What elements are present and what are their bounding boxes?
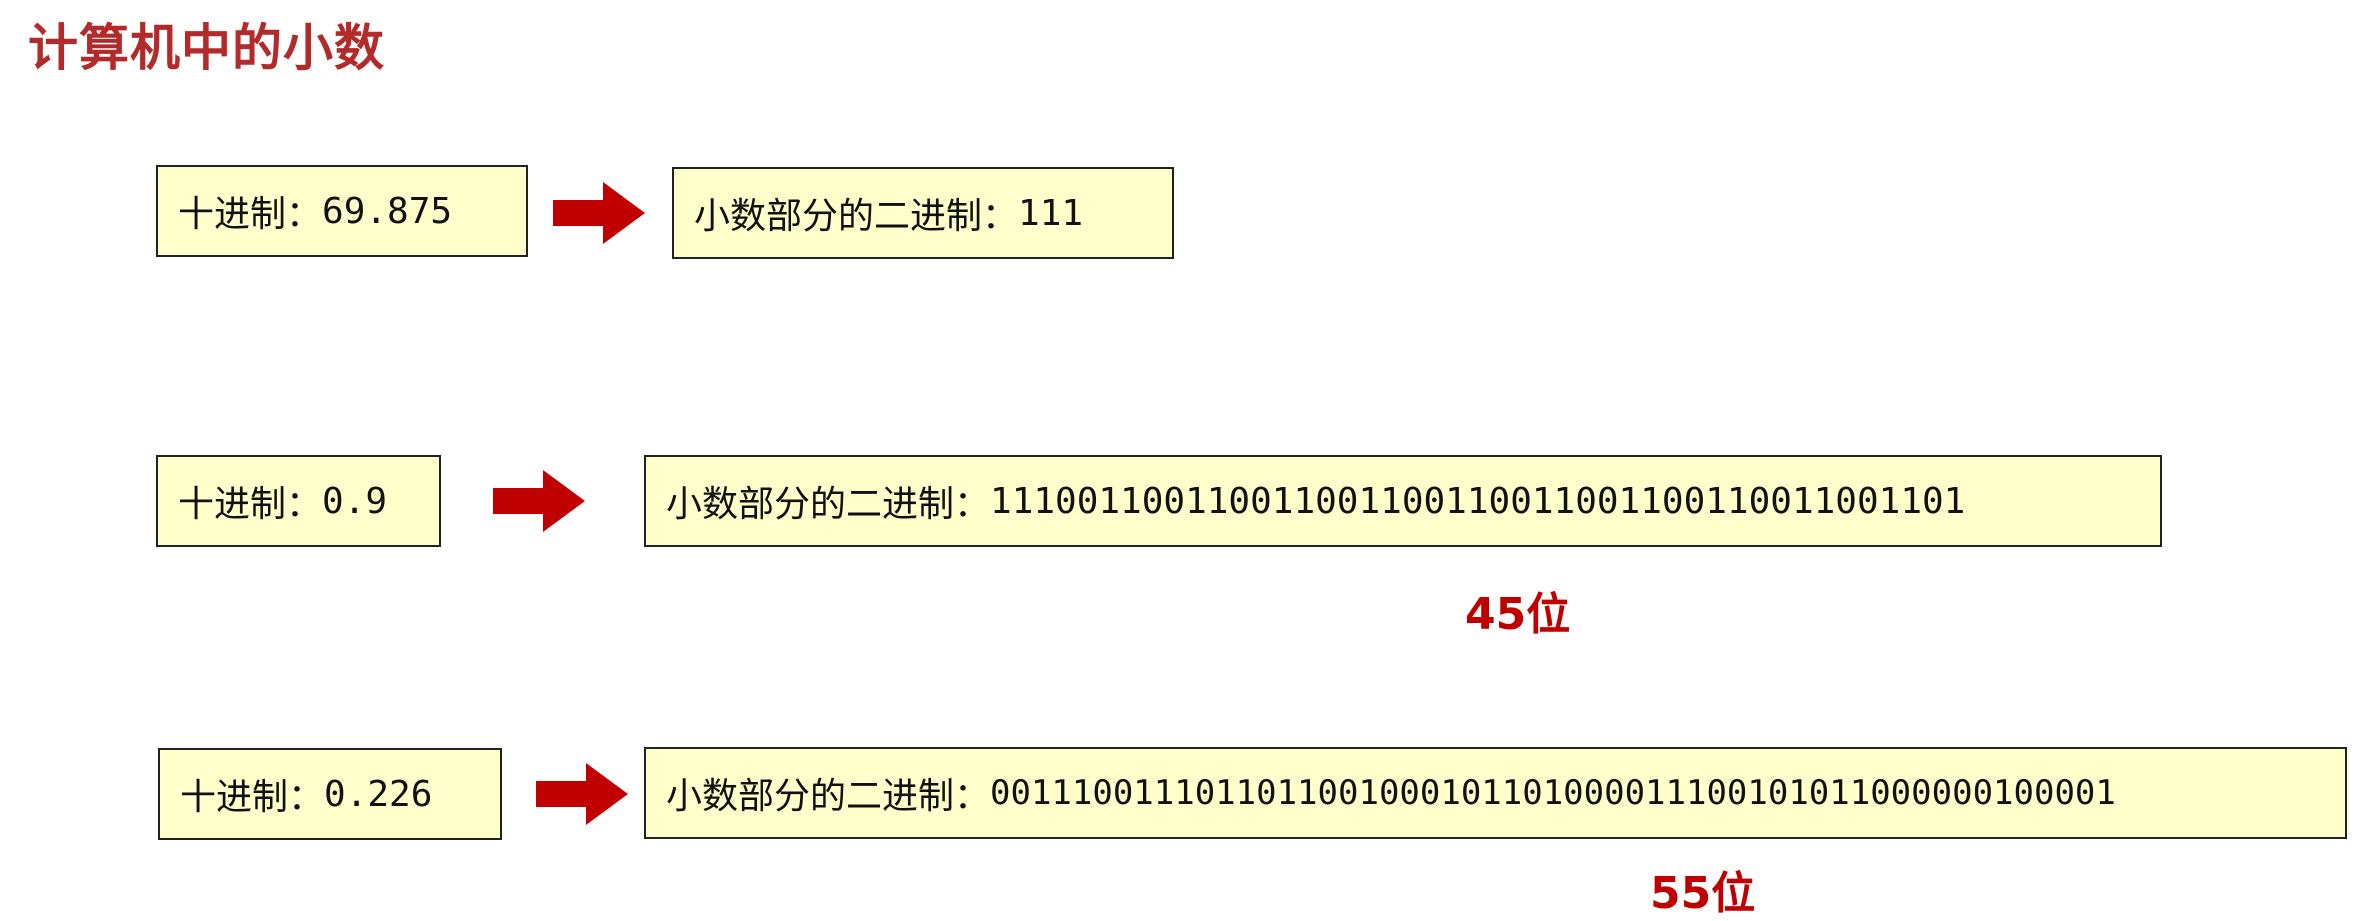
decimal-value: 0.226 bbox=[324, 773, 433, 815]
page-title: 计算机中的小数 bbox=[28, 19, 385, 77]
binary-box-row-1: 小数部分的二进制： 111 bbox=[672, 167, 1174, 259]
bit-count-note: 55位 bbox=[1650, 868, 1756, 919]
decimal-label: 十进制： bbox=[180, 777, 325, 818]
binary-label: 小数部分的二进制： bbox=[666, 776, 991, 817]
binary-value: 1110011001100110011001100110011001100110… bbox=[990, 480, 1966, 522]
binary-label: 小数部分的二进制： bbox=[694, 196, 1019, 237]
decimal-box-row-2: 十进制： 0.9 bbox=[156, 455, 441, 547]
decimal-value: 69.875 bbox=[322, 190, 453, 232]
binary-value: 111 bbox=[1018, 192, 1084, 234]
binary-box-row-3: 小数部分的二进制： 001110011101101100100010110100… bbox=[644, 747, 2347, 839]
binary-box-row-2: 小数部分的二进制： 111001100110011001100110011001… bbox=[644, 455, 2162, 547]
binary-value: 0011100111011011001000101101000011100101… bbox=[990, 773, 2116, 813]
decimal-label: 十进制： bbox=[178, 194, 323, 235]
right-arrow-icon bbox=[553, 182, 645, 244]
decimal-box-row-1: 十进制： 69.875 bbox=[156, 165, 528, 257]
decimal-box-row-3: 十进制： 0.226 bbox=[158, 748, 502, 840]
decimal-label: 十进制： bbox=[178, 484, 323, 525]
right-arrow-icon bbox=[536, 763, 628, 825]
binary-label: 小数部分的二进制： bbox=[666, 484, 991, 525]
right-arrow-icon bbox=[493, 470, 585, 532]
decimal-value: 0.9 bbox=[322, 480, 388, 522]
bit-count-note: 45位 bbox=[1465, 589, 1571, 640]
